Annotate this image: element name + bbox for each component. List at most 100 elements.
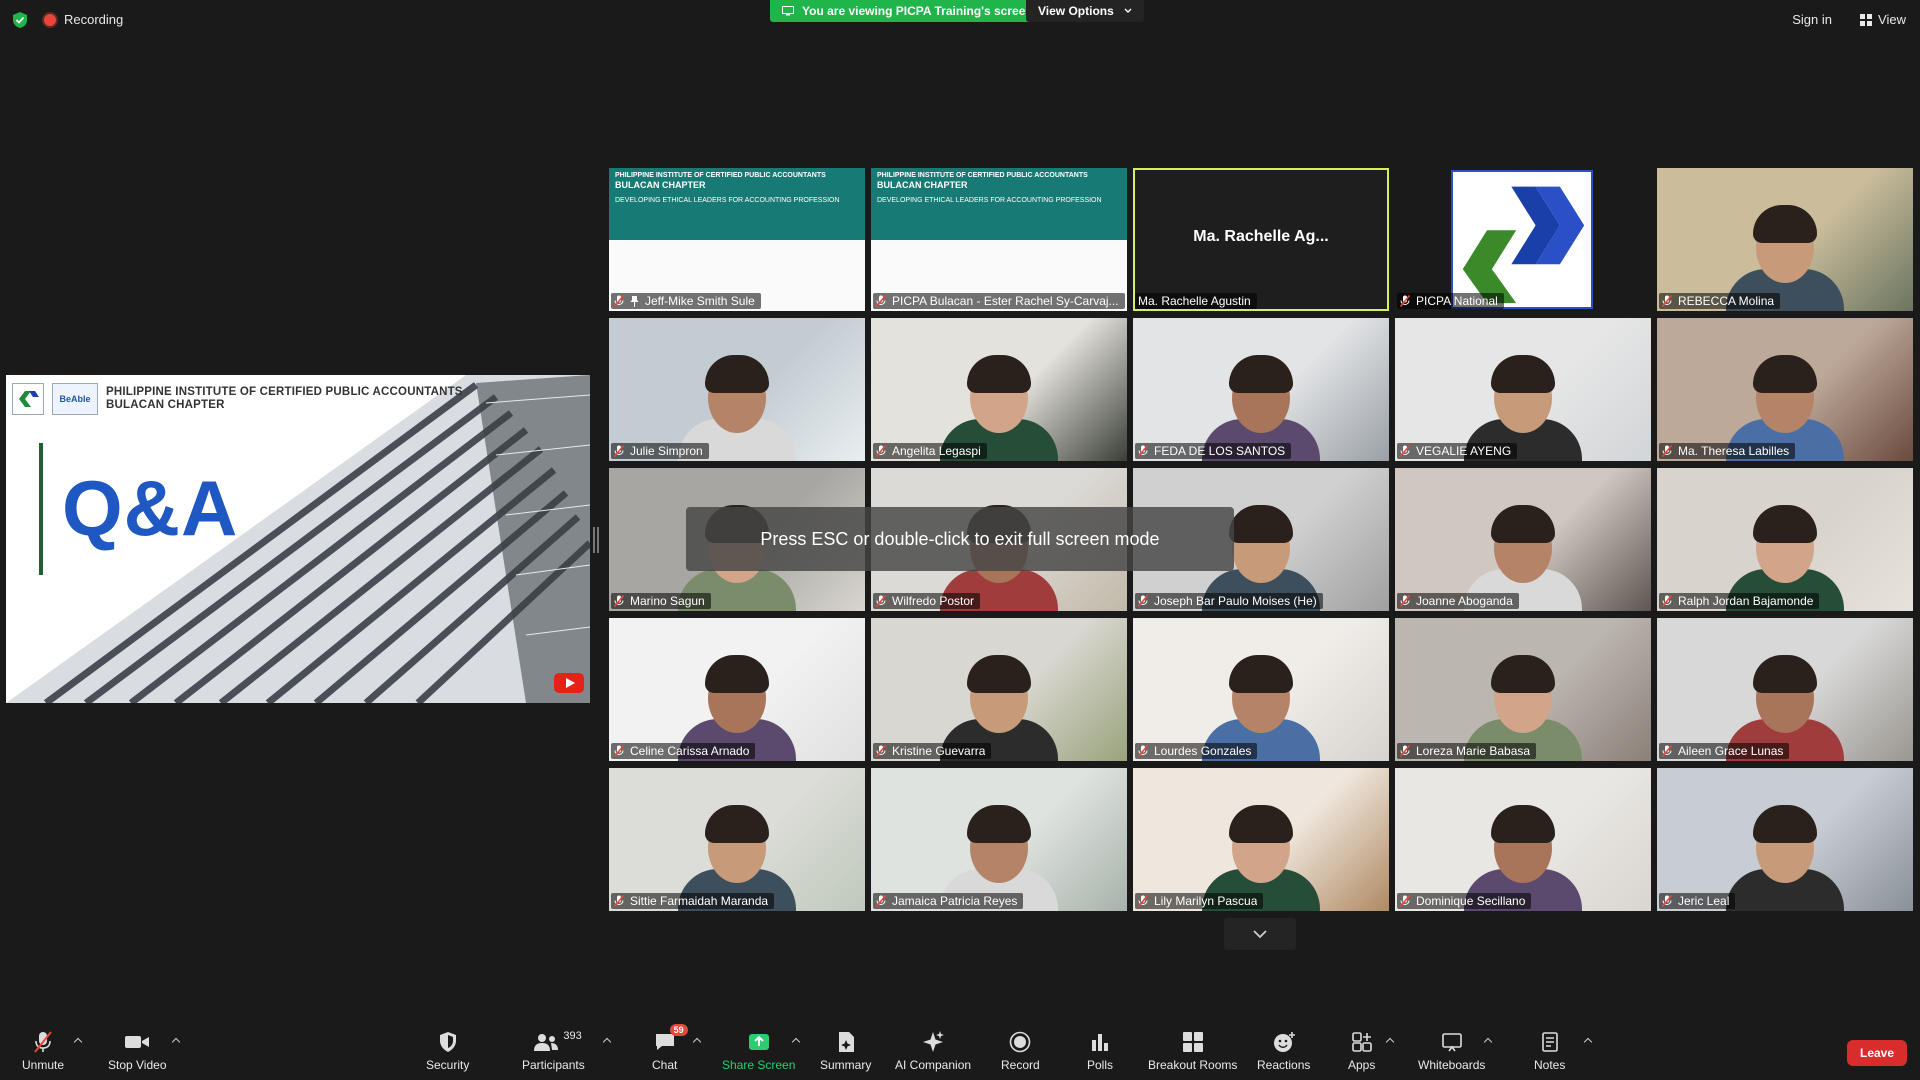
participant-video-tile[interactable]: PHILIPPINE INSTITUTE OF CERTIFIED PUBLIC…	[609, 168, 865, 311]
microphone-muted-icon	[1400, 445, 1410, 457]
show-more-participants-button[interactable]	[1224, 918, 1296, 950]
record-button[interactable]: Record	[1001, 1030, 1040, 1072]
ai-companion-button[interactable]: AI Companion	[895, 1030, 971, 1072]
reaction-emoji-icon	[1273, 1032, 1295, 1052]
apps-button[interactable]: Apps	[1348, 1030, 1375, 1072]
participant-name-bar: Lily Marilyn Pascua	[1135, 893, 1264, 909]
participant-video-tile[interactable]: Dominique Secillano	[1395, 768, 1651, 911]
participant-video-tile[interactable]: FEDA DE LOS SANTOS	[1133, 318, 1389, 461]
view-button[interactable]: View	[1860, 12, 1906, 27]
chat-options-caret-icon[interactable]	[693, 1036, 701, 1044]
slide-org-line: PHILIPPINE INSTITUTE OF CERTIFIED PUBLIC…	[877, 172, 1088, 179]
participant-video-tile[interactable]: Loreza Marie Babasa	[1395, 618, 1651, 761]
participants-options-caret-icon[interactable]	[603, 1036, 611, 1044]
participant-video-tile[interactable]: Jamaica Patricia Reyes	[871, 768, 1127, 911]
chat-button[interactable]: 59 Chat	[652, 1024, 688, 1072]
participant-name-bar: PICPA Bulacan - Ester Rachel Sy-Carvaj..…	[873, 293, 1125, 309]
microphone-muted-icon	[614, 895, 624, 907]
youtube-icon[interactable]	[554, 673, 584, 693]
participant-video-tile[interactable]: Celine Carissa Arnado	[609, 618, 865, 761]
participant-video-tile[interactable]: PHILIPPINE INSTITUTE OF CERTIFIED PUBLIC…	[871, 168, 1127, 311]
participant-video-tile[interactable]: Jeric Leal	[1657, 768, 1913, 911]
audio-options-caret-icon[interactable]	[74, 1036, 82, 1044]
participant-name-bar: Julie Simpron	[611, 443, 709, 459]
breakout-rooms-button[interactable]: Breakout Rooms	[1148, 1030, 1237, 1072]
participant-name-bar: Ma. Theresa Labilles	[1659, 443, 1796, 459]
security-button[interactable]: Security	[426, 1030, 469, 1072]
participant-name: Joseph Bar Paulo Moises (He)	[1154, 594, 1317, 608]
participant-name-bar: Marino Sagun	[611, 593, 711, 609]
sign-in-button[interactable]: Sign in	[1792, 12, 1832, 27]
participant-name-bar: REBECCA Molina	[1659, 293, 1781, 309]
whiteboards-options-caret-icon[interactable]	[1484, 1036, 1492, 1044]
participant-video-tile[interactable]: Joanne Aboganda	[1395, 468, 1651, 611]
unmute-button[interactable]: Unmute	[22, 1030, 64, 1072]
picpa-logo-icon	[12, 383, 44, 415]
participant-name: Marino Sagun	[630, 594, 705, 608]
microphone-muted-icon	[1138, 895, 1148, 907]
unmute-label: Unmute	[22, 1058, 65, 1072]
encryption-shield-icon[interactable]	[12, 12, 28, 28]
participant-name: Celine Carissa Arnado	[630, 744, 750, 758]
participant-name-bar: Angelita Legaspi	[873, 443, 987, 459]
participant-video-tile[interactable]: Ma. Rachelle Ag... Ma. Rachelle Agustin	[1133, 168, 1389, 311]
microphone-muted-icon	[34, 1031, 52, 1053]
slide-text: PHILIPPINE INSTITUTE OF CERTIFIED PUBLIC…	[877, 172, 1102, 205]
pin-icon	[630, 295, 639, 307]
reactions-button[interactable]: Reactions	[1257, 1030, 1310, 1072]
participant-name: Aileen Grace Lunas	[1678, 744, 1784, 758]
participant-video-tile[interactable]: Ralph Jordan Bajamonde	[1657, 468, 1913, 611]
participants-button[interactable]: 393 Participants	[522, 1030, 585, 1072]
share-options-caret-icon[interactable]	[792, 1036, 800, 1044]
microphone-muted-icon	[1662, 895, 1672, 907]
share-screen-button[interactable]: Share Screen	[722, 1030, 795, 1072]
microphone-muted-icon	[1138, 445, 1148, 457]
microphone-muted-icon	[1662, 295, 1672, 307]
participant-video-tile[interactable]: VEGALIE AYENG	[1395, 318, 1651, 461]
apps-options-caret-icon[interactable]	[1386, 1036, 1394, 1044]
participant-video-tile[interactable]: Ma. Theresa Labilles	[1657, 318, 1913, 461]
microphone-muted-icon	[1400, 595, 1410, 607]
shared-screen[interactable]: BeAble PHILIPPINE INSTITUTE OF CERTIFIED…	[6, 375, 590, 703]
microphone-muted-icon	[876, 295, 886, 307]
accent-bar	[39, 443, 43, 575]
participant-video-tile[interactable]: PICPA National	[1395, 168, 1651, 311]
security-label: Security	[426, 1058, 470, 1072]
participant-video-tile[interactable]: Kristine Guevarra	[871, 618, 1127, 761]
participant-video-tile[interactable]: Sittie Farmaidah Maranda	[609, 768, 865, 911]
summary-label: Summary	[820, 1058, 872, 1072]
participant-name: Julie Simpron	[630, 444, 703, 458]
participant-video-tile[interactable]: Julie Simpron	[609, 318, 865, 461]
participant-name-bar: Ma. Rachelle Agustin	[1135, 293, 1257, 309]
slide-background: PHILIPPINE INSTITUTE OF CERTIFIED PUBLIC…	[609, 168, 865, 240]
share-screen-label: Share Screen	[722, 1058, 796, 1072]
participant-name: Wilfredo Postor	[892, 594, 975, 608]
participant-name-bar: Ralph Jordan Bajamonde	[1659, 593, 1820, 609]
picpa-national-logo	[1451, 170, 1593, 309]
notes-options-caret-icon[interactable]	[1584, 1036, 1592, 1044]
participant-name: Joanne Aboganda	[1416, 594, 1513, 608]
participant-name-bar: Joseph Bar Paulo Moises (He)	[1135, 593, 1323, 609]
recording-indicator[interactable]: Recording	[44, 12, 123, 27]
polls-button[interactable]: Polls	[1087, 1030, 1113, 1072]
participant-video-tile[interactable]: Lourdes Gonzales	[1133, 618, 1389, 761]
split-view-resize-handle[interactable]	[593, 527, 599, 553]
participant-video-tile[interactable]: REBECCA Molina	[1657, 168, 1913, 311]
leave-button[interactable]: Leave	[1847, 1040, 1907, 1066]
microphone-muted-icon	[1400, 295, 1410, 307]
record-icon	[1010, 1031, 1031, 1053]
view-options-button[interactable]: View Options	[1026, 0, 1144, 22]
shield-icon	[439, 1032, 456, 1052]
participant-count: 393	[563, 1030, 582, 1042]
breakout-rooms-label: Breakout Rooms	[1148, 1058, 1238, 1072]
video-options-caret-icon[interactable]	[172, 1036, 180, 1044]
participant-video-tile[interactable]: Lily Marilyn Pascua	[1133, 768, 1389, 911]
participant-video-tile[interactable]: Aileen Grace Lunas	[1657, 618, 1913, 761]
meeting-toolbar: Unmute Stop Video Security 393 Participa…	[0, 1020, 1920, 1080]
ai-sparkle-icon	[923, 1031, 945, 1052]
whiteboards-button[interactable]: Whiteboards	[1418, 1030, 1485, 1072]
participant-video-tile[interactable]: Angelita Legaspi	[871, 318, 1127, 461]
notes-button[interactable]: Notes	[1534, 1030, 1565, 1072]
stop-video-button[interactable]: Stop Video	[108, 1030, 167, 1072]
summary-button[interactable]: Summary	[820, 1030, 871, 1072]
